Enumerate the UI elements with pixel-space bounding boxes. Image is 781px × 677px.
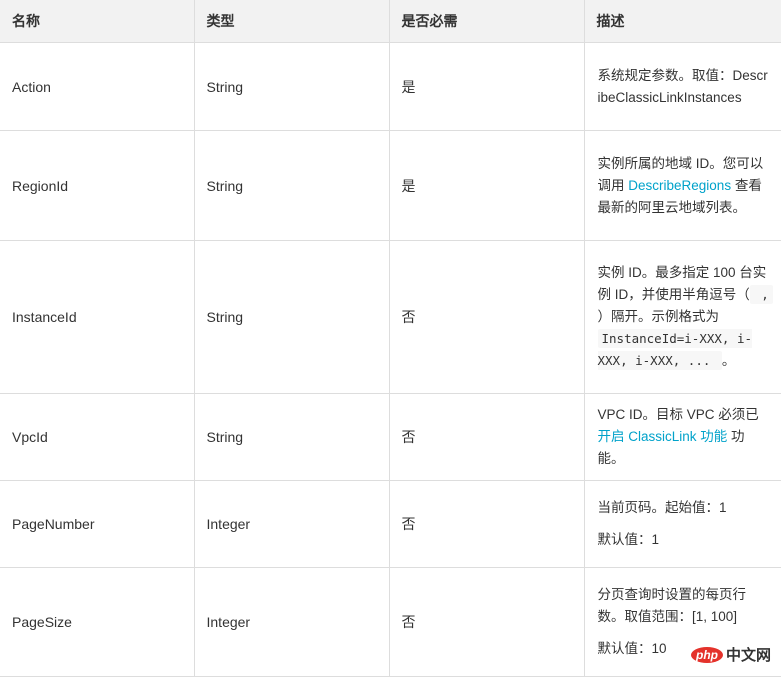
php-logo-icon: php <box>690 646 723 663</box>
parameters-table: 名称 类型 是否必需 描述 Action String 是 系统规定参数。取值：… <box>0 0 781 677</box>
description-text-before: VPC ID。目标 VPC 必须已 <box>597 407 759 422</box>
enable-classiclink-link[interactable]: 开启 ClassicLink 功能 <box>598 429 728 444</box>
param-name: PageSize <box>0 567 195 677</box>
table-row: Action String 是 系统规定参数。取值：DescribeClassi… <box>0 42 781 131</box>
describe-regions-link[interactable]: DescribeRegions <box>628 178 731 193</box>
header-name: 名称 <box>0 0 195 43</box>
header-required: 是否必需 <box>388 0 585 43</box>
param-required: 是 <box>388 130 585 241</box>
php-cn-watermark: php 中文网 <box>690 644 771 665</box>
description-line: 分页查询时设置的每页行数。取值范围：[1, 100] <box>597 587 747 624</box>
param-name: RegionId <box>0 130 195 241</box>
param-type: String <box>193 42 390 131</box>
description-part: 实例 ID。最多指定 100 台实例 ID，并使用半角逗号（ <box>597 265 767 302</box>
param-type: String <box>193 130 390 241</box>
table-row: RegionId String 是 实例所属的地域 ID。您可以调用 Descr… <box>0 130 781 241</box>
param-name: InstanceId <box>0 240 195 394</box>
table-row: VpcId String 否 VPC ID。目标 VPC 必须已开启 Class… <box>0 393 781 481</box>
description-part: 。 <box>721 353 736 368</box>
comma-code: , <box>749 285 773 304</box>
header-type: 类型 <box>193 0 390 43</box>
param-type: String <box>193 240 390 394</box>
param-type: String <box>193 393 390 481</box>
description-text: VPC ID。目标 VPC 必须已开启 ClassicLink 功能 功能。 <box>598 404 770 470</box>
param-name: PageNumber <box>0 480 195 568</box>
watermark-text: 中文网 <box>725 646 771 664</box>
param-type: Integer <box>193 567 390 677</box>
param-required: 是 <box>388 42 585 131</box>
description-text: 系统规定参数。取值：DescribeClassicLinkInstances <box>597 67 768 105</box>
description-text: 实例 ID。最多指定 100 台实例 ID，并使用半角逗号（ , ）隔开。示例格… <box>597 262 773 372</box>
param-required: 否 <box>388 393 585 481</box>
table-row: PageNumber Integer 否 当前页码。起始值：1 默认值：1 <box>0 480 781 568</box>
param-description: VPC ID。目标 VPC 必须已开启 ClassicLink 功能 功能。 <box>583 393 781 481</box>
header-description: 描述 <box>583 0 781 43</box>
param-name: Action <box>0 42 195 131</box>
param-description: 实例所属的地域 ID。您可以调用 DescribeRegions 查看最新的阿里… <box>583 130 781 241</box>
param-description: 当前页码。起始值：1 默认值：1 <box>583 480 781 568</box>
table-header-row: 名称 类型 是否必需 描述 <box>0 0 781 43</box>
param-description: 系统规定参数。取值：DescribeClassicLinkInstances <box>583 42 781 131</box>
param-required: 否 <box>388 480 585 568</box>
description-text: 实例所属的地域 ID。您可以调用 DescribeRegions 查看最新的阿里… <box>598 153 770 219</box>
description-line: 当前页码。起始值：1 <box>597 500 727 515</box>
description-part: ）隔开。示例格式为 <box>597 309 720 324</box>
param-name: VpcId <box>0 393 195 481</box>
param-description: 实例 ID。最多指定 100 台实例 ID，并使用半角逗号（ , ）隔开。示例格… <box>583 240 781 394</box>
table-row: InstanceId String 否 实例 ID。最多指定 100 台实例 I… <box>0 240 781 394</box>
param-type: Integer <box>193 480 390 568</box>
default-value-line: 默认值：1 <box>597 532 660 547</box>
table-row: PageSize Integer 否 分页查询时设置的每页行数。取值范围：[1,… <box>0 567 781 677</box>
param-required: 否 <box>388 240 585 394</box>
page: 名称 类型 是否必需 描述 Action String 是 系统规定参数。取值：… <box>0 0 781 677</box>
param-required: 否 <box>388 567 585 677</box>
